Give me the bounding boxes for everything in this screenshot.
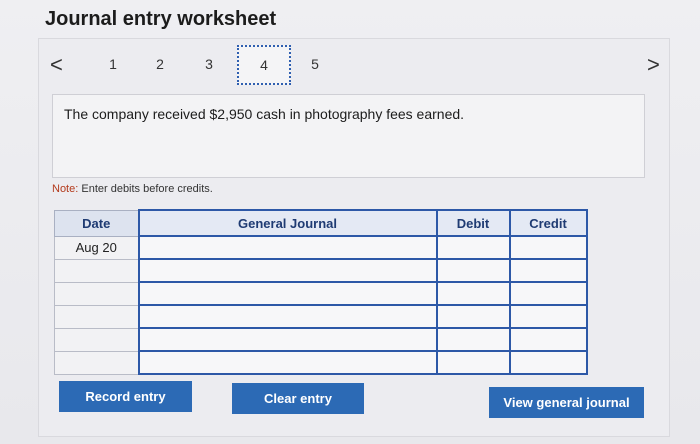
account-input[interactable] [139, 283, 436, 304]
general-journal-column-header: General Journal [137, 209, 438, 237]
credit-cell[interactable] [508, 235, 588, 260]
account-cell[interactable] [137, 304, 438, 329]
journal-table: Date General Journal Debit Credit Aug 20 [54, 209, 588, 375]
account-input[interactable] [139, 329, 436, 350]
step-pager: < 1 2 3 4 5 > [50, 45, 670, 85]
page-2-button[interactable]: 2 [149, 56, 171, 72]
credit-input[interactable] [510, 352, 586, 373]
account-cell[interactable] [137, 235, 438, 260]
debit-cell[interactable] [435, 235, 511, 260]
credit-input[interactable] [510, 237, 586, 258]
account-cell[interactable] [137, 327, 438, 352]
credit-cell[interactable] [508, 304, 588, 329]
page-4-button[interactable]: 4 [237, 45, 291, 85]
debit-input[interactable] [437, 283, 509, 304]
account-input[interactable] [139, 352, 436, 373]
page: Journal entry worksheet < 1 2 3 4 5 > Th… [0, 0, 700, 444]
credit-column-header: Credit [508, 209, 588, 237]
view-general-journal-button[interactable]: View general journal [489, 387, 644, 418]
credit-cell[interactable] [508, 350, 588, 375]
transaction-prompt-box: The company received $2,950 cash in phot… [52, 94, 645, 178]
debit-cell[interactable] [435, 258, 511, 283]
credit-input[interactable] [510, 329, 586, 350]
debit-cell[interactable] [435, 350, 511, 375]
transaction-description: The company received $2,950 cash in phot… [64, 106, 465, 122]
credit-cell[interactable] [508, 281, 588, 306]
date-cell [54, 327, 139, 352]
date-cell [54, 258, 139, 283]
debit-input[interactable] [437, 329, 509, 350]
table-header-row: Date General Journal Debit Credit [54, 209, 588, 237]
credit-cell[interactable] [508, 327, 588, 352]
account-cell[interactable] [137, 258, 438, 283]
debit-input[interactable] [437, 306, 509, 327]
debit-cell[interactable] [435, 327, 511, 352]
clear-entry-button[interactable]: Clear entry [232, 383, 364, 414]
page-5-button[interactable]: 5 [304, 56, 326, 72]
date-cell [54, 281, 139, 306]
table-row [54, 304, 588, 329]
debit-cell[interactable] [435, 281, 511, 306]
account-cell[interactable] [137, 350, 438, 375]
page-title: Journal entry worksheet [45, 8, 277, 30]
account-input[interactable] [139, 260, 436, 281]
table-row [54, 258, 588, 283]
date-cell [54, 304, 139, 329]
record-entry-button[interactable]: Record entry [59, 381, 192, 412]
table-row: Aug 20 [54, 235, 588, 260]
debit-input[interactable] [437, 352, 509, 373]
table-row [54, 350, 588, 375]
debit-cell[interactable] [435, 304, 511, 329]
account-cell[interactable] [137, 281, 438, 306]
page-1-button[interactable]: 1 [102, 56, 124, 72]
table-row [54, 327, 588, 352]
credit-input[interactable] [510, 306, 586, 327]
date-cell [54, 350, 139, 375]
chevron-right-icon[interactable]: > [647, 52, 660, 78]
chevron-left-icon[interactable]: < [50, 52, 63, 78]
credit-input[interactable] [510, 283, 586, 304]
note-label: Note: [52, 183, 79, 195]
account-input[interactable] [139, 237, 436, 258]
account-input[interactable] [139, 306, 436, 327]
table-row [54, 281, 588, 306]
note-text: Enter debits before credits. [81, 183, 213, 195]
credit-input[interactable] [510, 260, 586, 281]
page-3-button[interactable]: 3 [198, 56, 220, 72]
note: Note: Enter debits before credits. [52, 183, 213, 195]
debit-input[interactable] [437, 237, 509, 258]
date-cell: Aug 20 [54, 235, 139, 260]
debit-column-header: Debit [435, 209, 511, 237]
credit-cell[interactable] [508, 258, 588, 283]
debit-input[interactable] [437, 260, 509, 281]
date-column-header: Date [54, 209, 139, 237]
